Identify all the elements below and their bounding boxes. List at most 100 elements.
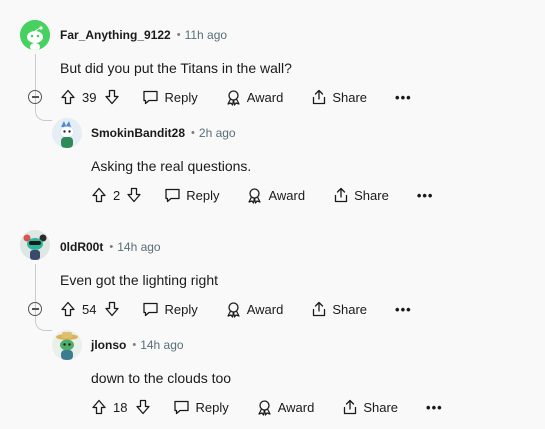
award-icon bbox=[248, 187, 262, 204]
more-options-button[interactable]: ••• bbox=[395, 302, 412, 317]
comment-meta: SmokinBandit28 • 2h ago bbox=[91, 126, 236, 140]
more-options-button[interactable]: ••• bbox=[395, 90, 412, 105]
upvote-button[interactable] bbox=[60, 89, 76, 105]
share-icon bbox=[313, 301, 326, 317]
share-icon bbox=[334, 187, 348, 203]
award-button[interactable]: Award bbox=[225, 89, 284, 106]
share-label: Share bbox=[332, 301, 368, 317]
upvote-icon bbox=[61, 301, 75, 317]
comment-bubble-icon bbox=[143, 90, 159, 105]
more-icon: ••• bbox=[416, 187, 434, 203]
comment-body: down to the clouds too bbox=[91, 370, 232, 386]
snoo-avatar-icon bbox=[52, 330, 82, 360]
comment-meta: Far_Anything_9122 • 11h ago bbox=[60, 28, 227, 42]
award-icon bbox=[258, 399, 271, 416]
award-icon bbox=[227, 301, 240, 318]
downvote-button[interactable] bbox=[104, 301, 120, 317]
downvote-icon bbox=[105, 89, 120, 105]
comment-bubble-icon bbox=[165, 188, 180, 203]
collapse-button[interactable] bbox=[28, 302, 42, 316]
share-button[interactable]: Share bbox=[342, 399, 398, 415]
author-name[interactable]: Far_Anything_9122 bbox=[60, 28, 171, 42]
share-icon bbox=[313, 89, 326, 105]
upvote-button[interactable] bbox=[60, 301, 76, 317]
upvote-icon bbox=[92, 187, 106, 203]
timestamp[interactable]: 11h ago bbox=[185, 28, 228, 42]
comment-meta: jlonso • 14h ago bbox=[91, 338, 184, 352]
reply-button[interactable]: Reply bbox=[173, 399, 229, 415]
author-name[interactable]: 0ldR00t bbox=[60, 240, 103, 254]
more-icon: ••• bbox=[395, 89, 412, 105]
comment-body: Asking the real questions. bbox=[91, 158, 252, 174]
comment-bubble-icon bbox=[174, 400, 190, 415]
comment-actions: 54 Reply Award Share ••• bbox=[60, 297, 412, 321]
comment-body: Even got the lighting right bbox=[60, 272, 218, 288]
vote-count: 2 bbox=[113, 187, 121, 203]
thread-connector bbox=[35, 318, 52, 331]
thread-connector bbox=[35, 108, 52, 121]
reply-label: Reply bbox=[164, 301, 198, 317]
award-button[interactable]: Award bbox=[225, 301, 284, 318]
timestamp[interactable]: 2h ago bbox=[199, 126, 236, 140]
share-button[interactable]: Share bbox=[311, 89, 367, 105]
comment-thread: Far_Anything_9122 • 11h ago But did you … bbox=[0, 0, 545, 429]
comment-meta: 0ldR00t • 14h ago bbox=[60, 240, 161, 254]
comment-actions: 39 Reply Award Share ••• bbox=[60, 85, 412, 109]
avatar[interactable] bbox=[52, 118, 82, 148]
snoo-avatar-icon bbox=[52, 118, 82, 148]
author-name[interactable]: jlonso bbox=[91, 338, 126, 352]
avatar[interactable] bbox=[20, 230, 50, 260]
reply-button[interactable]: Reply bbox=[142, 89, 198, 105]
share-icon bbox=[344, 399, 357, 415]
more-options-button[interactable]: ••• bbox=[417, 188, 434, 203]
avatar[interactable] bbox=[52, 330, 82, 360]
downvote-icon bbox=[136, 399, 151, 415]
vote-count: 39 bbox=[82, 89, 97, 105]
comment-actions: 2 Reply Award Share ••• bbox=[91, 183, 433, 207]
downvote-button[interactable] bbox=[126, 187, 142, 203]
more-icon: ••• bbox=[395, 301, 412, 317]
separator-dot: • bbox=[109, 241, 114, 253]
avatar[interactable] bbox=[20, 20, 50, 50]
snoo-avatar-icon bbox=[20, 20, 50, 50]
upvote-icon bbox=[61, 89, 75, 105]
upvote-button[interactable] bbox=[91, 399, 107, 415]
reply-label: Reply bbox=[195, 399, 229, 415]
comment-body: But did you put the Titans in the wall? bbox=[60, 60, 292, 76]
award-label: Award bbox=[246, 89, 284, 105]
share-label: Share bbox=[332, 89, 368, 105]
timestamp[interactable]: 14h ago bbox=[140, 338, 183, 352]
timestamp[interactable]: 14h ago bbox=[117, 240, 160, 254]
award-icon bbox=[227, 89, 240, 106]
award-label: Award bbox=[246, 301, 284, 317]
share-label: Share bbox=[363, 399, 399, 415]
author-name[interactable]: SmokinBandit28 bbox=[91, 126, 185, 140]
downvote-button[interactable] bbox=[135, 399, 151, 415]
snoo-avatar-icon bbox=[20, 230, 50, 260]
comment-bubble-icon bbox=[143, 302, 159, 317]
upvote-button[interactable] bbox=[91, 187, 107, 203]
more-options-button[interactable]: ••• bbox=[426, 400, 443, 415]
more-icon: ••• bbox=[426, 399, 443, 415]
award-button[interactable]: Award bbox=[246, 187, 305, 204]
comment-actions: 18 Reply Award Share ••• bbox=[91, 395, 443, 419]
reply-label: Reply bbox=[164, 89, 198, 105]
award-label: Award bbox=[268, 187, 306, 203]
downvote-icon bbox=[127, 187, 141, 203]
collapse-button[interactable] bbox=[28, 90, 42, 104]
reply-button[interactable]: Reply bbox=[164, 187, 219, 203]
separator-dot: • bbox=[176, 29, 181, 41]
reply-label: Reply bbox=[186, 187, 220, 203]
downvote-icon bbox=[105, 301, 120, 317]
share-button[interactable]: Share bbox=[311, 301, 367, 317]
reply-button[interactable]: Reply bbox=[142, 301, 198, 317]
award-button[interactable]: Award bbox=[256, 399, 315, 416]
share-button[interactable]: Share bbox=[333, 187, 389, 203]
vote-count: 18 bbox=[113, 399, 128, 415]
vote-count: 54 bbox=[82, 301, 97, 317]
downvote-button[interactable] bbox=[104, 89, 120, 105]
separator-dot: • bbox=[132, 339, 137, 351]
award-label: Award bbox=[277, 399, 315, 415]
upvote-icon bbox=[92, 399, 106, 415]
share-label: Share bbox=[354, 187, 389, 203]
